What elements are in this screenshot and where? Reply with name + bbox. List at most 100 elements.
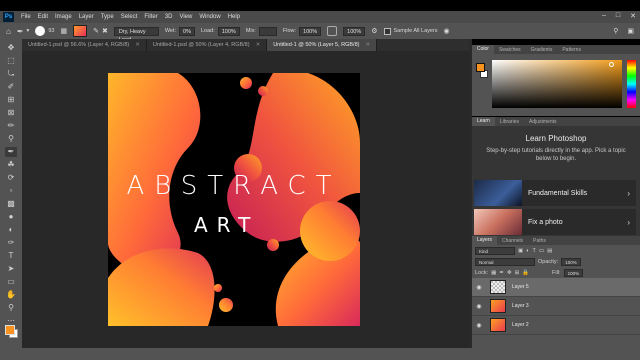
- wet-field[interactable]: 0%: [179, 26, 195, 36]
- filter-adjust-icon[interactable]: ◐: [526, 248, 529, 254]
- smoothing-field[interactable]: 100%: [343, 26, 366, 36]
- lock-artboard-icon[interactable]: ⊞: [515, 270, 520, 276]
- tab-patterns[interactable]: Patterns: [557, 47, 586, 53]
- tab-libraries[interactable]: Libraries: [495, 119, 524, 125]
- tab-channels[interactable]: Channels: [497, 238, 528, 244]
- filter-pixel-icon[interactable]: ▣: [518, 248, 523, 254]
- brush-preview-icon[interactable]: [35, 26, 46, 36]
- maximize-icon[interactable]: □: [616, 12, 620, 20]
- preset-select[interactable]: Dry, Heavy Load: [113, 26, 159, 43]
- load-swatch[interactable]: [73, 25, 88, 37]
- menu-3d[interactable]: 3D: [165, 14, 173, 20]
- pressure-icon[interactable]: ◉: [444, 27, 450, 35]
- hue-slider[interactable]: [627, 60, 636, 108]
- crop-tool-icon[interactable]: ⊞: [5, 95, 17, 105]
- layer-row[interactable]: ◉ Layer 2: [472, 316, 640, 335]
- card-fundamental-skills[interactable]: Fundamental Skills ›: [474, 180, 636, 206]
- menu-file[interactable]: File: [21, 14, 31, 20]
- tab-gradients[interactable]: Gradients: [526, 47, 558, 53]
- eraser-tool-icon[interactable]: ▫: [5, 186, 17, 196]
- path-select-tool-icon[interactable]: ➤: [5, 264, 17, 274]
- layer-row[interactable]: ◉ Layer 5: [472, 278, 640, 297]
- lock-pixels-icon[interactable]: ✒: [499, 270, 504, 276]
- lock-transparency-icon[interactable]: ▦: [491, 270, 496, 276]
- workspace-icon[interactable]: ▣: [627, 27, 634, 35]
- tab-swatches[interactable]: Swatches: [494, 47, 526, 53]
- eye-icon[interactable]: ◉: [474, 303, 484, 310]
- artwork-subtitle: ART: [194, 213, 260, 237]
- flow-field[interactable]: 100%: [299, 26, 322, 36]
- gradient-tool-icon[interactable]: ▩: [5, 199, 17, 209]
- blend-mode-select[interactable]: Normal: [475, 257, 535, 266]
- card-fix-a-photo[interactable]: Fix a photo ›: [474, 209, 636, 235]
- eye-icon[interactable]: ◉: [474, 284, 484, 291]
- load-brush-icon[interactable]: ✎: [93, 27, 99, 35]
- tab-adjustments[interactable]: Adjustments: [524, 119, 562, 125]
- canvas[interactable]: ABSTRACT ART: [108, 73, 360, 326]
- close-icon[interactable]: ✕: [630, 12, 636, 20]
- tab-document-3[interactable]: Untitled-1 @ 50% (Layer 5, RGB/8) ✕: [267, 39, 378, 51]
- menu-view[interactable]: View: [179, 14, 192, 20]
- fill-field[interactable]: 100%: [563, 268, 584, 277]
- brush-tool-icon[interactable]: ✒: [5, 147, 17, 157]
- tab-learn[interactable]: Learn: [472, 117, 495, 126]
- blur-tool-icon[interactable]: ●: [5, 212, 17, 222]
- tab-color[interactable]: Color: [472, 45, 494, 54]
- brush-settings-icon[interactable]: ▦: [60, 27, 67, 35]
- tab-document-1[interactable]: Untitled-1.psd @ 56.6% (Layer 4, RGB/8) ✕: [22, 39, 147, 51]
- history-brush-tool-icon[interactable]: ⟳: [5, 173, 17, 183]
- dropdown-icon[interactable]: ▾: [27, 28, 30, 34]
- menu-type[interactable]: Type: [101, 14, 114, 20]
- home-icon[interactable]: ⌂: [6, 27, 11, 36]
- menu-select[interactable]: Select: [121, 14, 138, 20]
- close-tab-icon[interactable]: ✕: [256, 39, 261, 51]
- layer-filter-select[interactable]: Kind: [475, 246, 515, 255]
- menu-window[interactable]: Window: [199, 14, 220, 20]
- pen-tool-icon[interactable]: ✑: [5, 238, 17, 248]
- foreground-color-swatch[interactable]: [5, 325, 15, 335]
- color-picker-field[interactable]: [492, 60, 622, 108]
- foreground-color-chip[interactable]: [476, 63, 485, 72]
- dodge-tool-icon[interactable]: ◐: [5, 225, 17, 235]
- filter-shape-icon[interactable]: ▭: [539, 248, 544, 254]
- color-picker-cursor[interactable]: [609, 62, 614, 67]
- sample-all-layers-checkbox[interactable]: [383, 27, 391, 35]
- minimize-icon[interactable]: –: [602, 12, 606, 20]
- close-tab-icon[interactable]: ✕: [365, 39, 370, 51]
- mix-field[interactable]: [258, 26, 277, 36]
- frame-tool-icon[interactable]: ⊠: [5, 108, 17, 118]
- layer-row[interactable]: ◉ Layer 3: [472, 297, 640, 316]
- lasso-tool-icon[interactable]: ⤿: [5, 69, 17, 79]
- eyedropper-tool-icon[interactable]: ✏: [5, 121, 17, 131]
- mixer-brush-icon[interactable]: ✒: [17, 27, 24, 36]
- opacity-field[interactable]: 100%: [561, 257, 581, 266]
- quick-select-tool-icon[interactable]: ✐: [5, 82, 17, 92]
- settings-icon[interactable]: ⚙: [371, 27, 377, 35]
- menu-image[interactable]: Image: [55, 14, 72, 20]
- filter-smart-icon[interactable]: ▤: [547, 248, 552, 254]
- tab-layers[interactable]: Layers: [472, 236, 498, 245]
- lock-all-icon[interactable]: 🔒: [522, 270, 529, 276]
- menu-edit[interactable]: Edit: [38, 14, 48, 20]
- load-field[interactable]: 100%: [217, 26, 240, 36]
- marquee-tool-icon[interactable]: ⬚: [5, 56, 17, 66]
- stamp-tool-icon[interactable]: ☘: [5, 160, 17, 170]
- healing-tool-icon[interactable]: ⚲: [5, 134, 17, 144]
- close-tab-icon[interactable]: ✕: [135, 39, 140, 51]
- airbrush-icon[interactable]: [327, 26, 338, 36]
- zoom-tool-icon[interactable]: ⚲: [5, 303, 17, 313]
- search-icon[interactable]: ⚲: [613, 27, 618, 35]
- clean-brush-icon[interactable]: ✖: [102, 27, 108, 35]
- hand-tool-icon[interactable]: ✋: [5, 290, 17, 300]
- lock-position-icon[interactable]: ✥: [507, 270, 512, 276]
- eye-icon[interactable]: ◉: [474, 322, 484, 329]
- menu-filter[interactable]: Filter: [144, 14, 157, 20]
- menu-help[interactable]: Help: [228, 14, 240, 20]
- tab-document-2[interactable]: Untitled-1.psd @ 50% (Layer 4, RGB/8) ✕: [147, 39, 268, 51]
- filter-type-icon[interactable]: T: [533, 248, 536, 254]
- menu-layer[interactable]: Layer: [79, 14, 94, 20]
- tab-paths[interactable]: Paths: [528, 238, 551, 244]
- shape-tool-icon[interactable]: ▭: [5, 277, 17, 287]
- move-tool-icon[interactable]: ✥: [5, 43, 17, 53]
- type-tool-icon[interactable]: T: [5, 251, 17, 261]
